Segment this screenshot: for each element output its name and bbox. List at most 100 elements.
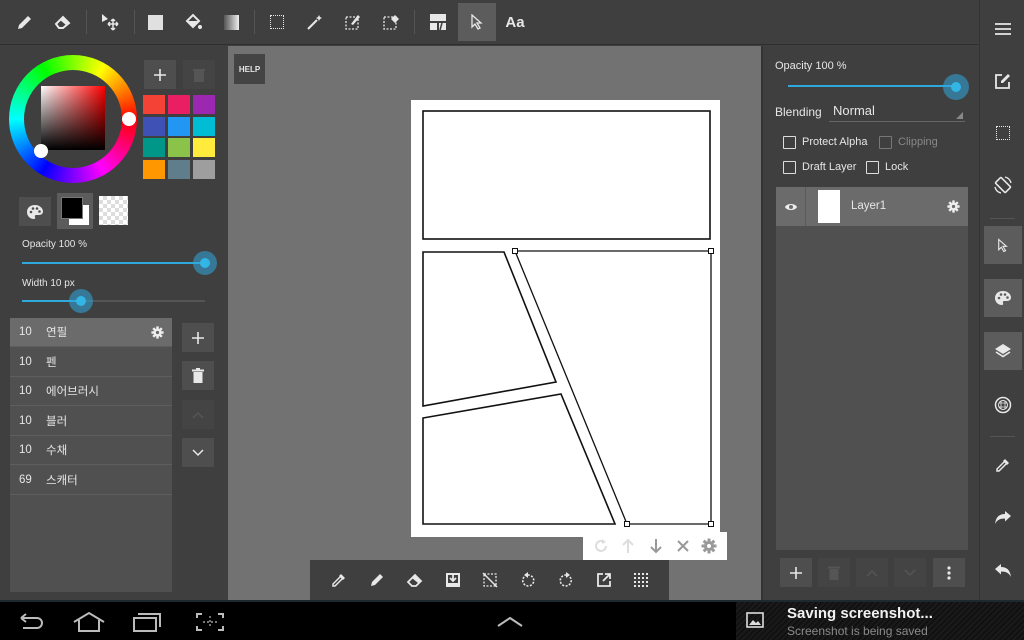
add-layer-button[interactable] — [780, 558, 812, 587]
redo-button[interactable] — [984, 499, 1022, 537]
saturation-value-picker[interactable] — [41, 86, 105, 150]
color-swatch[interactable] — [168, 95, 190, 114]
help-button[interactable]: HELP — [234, 54, 265, 84]
protect-alpha-label: Protect Alpha — [802, 136, 868, 148]
grid-icon[interactable] — [633, 572, 649, 588]
arrow-up-icon[interactable] — [620, 538, 636, 554]
palette-button[interactable] — [19, 197, 51, 226]
pen-tool-button[interactable] — [6, 3, 44, 41]
brush-opacity-knob[interactable] — [193, 251, 217, 275]
redo-rotate-icon[interactable] — [593, 538, 609, 554]
canvas-area[interactable]: HELP — [228, 46, 761, 600]
move-layer-down-button[interactable] — [894, 558, 926, 587]
back-icon[interactable] — [17, 612, 45, 632]
color-swatch[interactable] — [143, 116, 165, 136]
layer-opacity-knob[interactable] — [943, 74, 969, 100]
rotate-right-icon[interactable] — [557, 571, 575, 589]
move-tool-button[interactable] — [91, 3, 129, 41]
layer-opacity-slider[interactable] — [788, 85, 956, 87]
operation-panel-button[interactable] — [984, 226, 1022, 264]
brush-list-item[interactable]: 10 수채 — [10, 436, 172, 466]
screenshot-notification[interactable]: Saving screenshot... Screenshot is being… — [736, 602, 1024, 640]
move-brush-down-button[interactable] — [182, 438, 214, 467]
add-brush-button[interactable] — [182, 323, 214, 352]
edit-button[interactable] — [984, 62, 1022, 100]
layer-panel-button[interactable] — [984, 332, 1022, 370]
color-swatch[interactable] — [143, 95, 165, 114]
add-swatch-button[interactable] — [144, 60, 176, 89]
fg-bg-color-button[interactable] — [57, 193, 93, 229]
canvas-page[interactable] — [411, 100, 720, 537]
draft-layer-checkbox[interactable] — [783, 161, 796, 174]
menu-button[interactable] — [984, 10, 1022, 48]
brush-list-item[interactable]: 10 에어브러시 — [10, 377, 172, 407]
select-tool-button[interactable] — [258, 3, 296, 41]
material-button[interactable] — [984, 386, 1022, 424]
lock-checkbox[interactable] — [866, 161, 879, 174]
brush-width-knob[interactable] — [69, 289, 93, 313]
layer-row[interactable]: Layer1 — [776, 187, 968, 226]
recent-apps-icon[interactable] — [132, 611, 162, 633]
selection-button[interactable] — [984, 114, 1022, 152]
color-swatch[interactable] — [143, 138, 165, 157]
color-swatch[interactable] — [168, 138, 190, 157]
layer-more-button[interactable] — [933, 558, 965, 587]
color-swatch[interactable] — [168, 159, 190, 179]
brush-list-item[interactable]: 10 블러 — [10, 406, 172, 436]
move-brush-up-button[interactable] — [182, 400, 214, 429]
transparent-color-button[interactable] — [99, 196, 128, 225]
rotate-left-icon[interactable] — [519, 571, 537, 589]
frame-panel — [422, 393, 617, 525]
blending-select[interactable]: Normal — [829, 100, 965, 122]
hue-handle[interactable] — [122, 112, 136, 126]
eraser-icon[interactable] — [406, 571, 424, 589]
brush-opacity-slider[interactable] — [22, 262, 205, 264]
pencil-icon[interactable] — [368, 571, 386, 589]
clipping-checkbox[interactable] — [879, 136, 892, 149]
eraser-tool-button[interactable] — [44, 3, 82, 41]
color-swatch[interactable] — [193, 159, 215, 179]
delete-layer-button[interactable] — [818, 558, 850, 587]
arrow-down-icon[interactable] — [648, 538, 664, 554]
brush-settings-gear-icon[interactable] — [151, 326, 164, 339]
undo-button[interactable] — [984, 552, 1022, 590]
chevron-up-icon[interactable] — [497, 616, 523, 628]
brush-list-item[interactable]: 10 펜 — [10, 347, 172, 377]
gradient-tool-button[interactable] — [212, 3, 250, 41]
delete-brush-button[interactable] — [182, 361, 214, 390]
select-eraser-tool-button[interactable] — [372, 3, 410, 41]
eyedropper-icon — [996, 459, 1009, 472]
wand-icon — [307, 15, 322, 30]
color-swatch[interactable] — [193, 116, 215, 136]
delete-swatch-button[interactable] — [183, 60, 215, 89]
import-icon[interactable] — [444, 571, 462, 589]
text-tool-button[interactable]: Aa — [496, 3, 534, 41]
eyedropper-button[interactable] — [984, 446, 1022, 484]
bucket-tool-button[interactable] — [174, 3, 212, 41]
color-panel-button[interactable] — [984, 279, 1022, 317]
protect-alpha-checkbox[interactable] — [783, 136, 796, 149]
screenshot-icon[interactable] — [195, 612, 225, 632]
frame-divider-tool-button[interactable] — [419, 3, 457, 41]
color-swatch[interactable] — [143, 159, 165, 179]
color-swatch[interactable] — [193, 95, 215, 114]
fill-rect-tool-button[interactable] — [136, 3, 174, 41]
close-icon[interactable] — [676, 539, 690, 553]
gear-icon[interactable] — [701, 538, 717, 554]
color-handle[interactable] — [34, 144, 48, 158]
layer-settings-gear-icon[interactable] — [947, 200, 960, 213]
brush-list-item[interactable]: 10 연필 — [10, 318, 172, 347]
move-layer-up-button[interactable] — [856, 558, 888, 587]
home-icon[interactable] — [72, 611, 106, 633]
color-swatch[interactable] — [168, 116, 190, 136]
operation-tool-button[interactable] — [458, 3, 496, 41]
brush-list-item[interactable]: 69 스캐터 — [10, 466, 172, 495]
select-pen-tool-button[interactable] — [334, 3, 372, 41]
layer-visibility-toggle[interactable] — [776, 187, 806, 226]
color-swatch[interactable] — [193, 138, 215, 157]
magic-wand-tool-button[interactable] — [296, 3, 334, 41]
eyedropper-icon[interactable] — [330, 571, 348, 589]
open-external-icon[interactable] — [595, 571, 613, 589]
deselect-icon[interactable] — [481, 571, 499, 589]
rotate-canvas-button[interactable] — [984, 166, 1022, 204]
